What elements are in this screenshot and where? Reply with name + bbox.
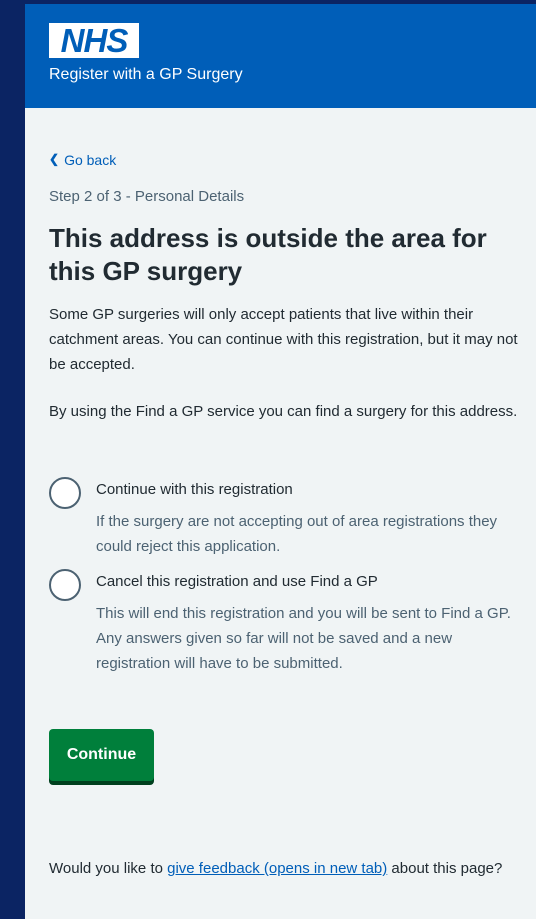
radio-hint-continue: If the surgery are not accepting out of …	[96, 513, 498, 555]
feedback-prefix: Would you like to	[49, 860, 168, 877]
radio-button-continue[interactable]	[49, 477, 81, 509]
feedback-text: Would you like to give feedback (opens i…	[49, 856, 519, 881]
intro-paragraph: Some GP surgeries will only accept patie…	[49, 306, 518, 373]
page-title: This address is outside the area for thi…	[49, 223, 487, 286]
service-name[interactable]: Register with a GP Surgery	[49, 66, 243, 84]
radio-label-continue[interactable]: Continue with this registration	[96, 481, 293, 498]
find-gp-paragraph: By using the Find a GP service you can f…	[49, 403, 518, 420]
chevron-left-icon: ❮	[49, 152, 60, 166]
feedback-suffix: about this page?	[387, 860, 503, 877]
continue-button[interactable]: Continue	[49, 729, 154, 781]
site-header: NHS Register with a GP Surgery	[25, 4, 536, 108]
nhs-logo[interactable]: NHS	[49, 23, 139, 58]
back-link-label: Go back	[64, 152, 117, 168]
radio-hint-cancel: This will end this registration and you …	[96, 605, 511, 672]
radio-label-cancel[interactable]: Cancel this registration and use Find a …	[96, 573, 378, 590]
step-indicator: Step 2 of 3 - Personal Details	[49, 188, 245, 205]
feedback-link[interactable]: give feedback (opens in new tab)	[167, 860, 387, 877]
radio-button-cancel[interactable]	[49, 569, 81, 601]
nhs-logo-text: NHS	[60, 22, 129, 59]
page-frame: NHS Register with a GP Surgery ❮ Go back…	[25, 4, 536, 919]
back-link[interactable]: ❮ Go back	[49, 152, 116, 168]
